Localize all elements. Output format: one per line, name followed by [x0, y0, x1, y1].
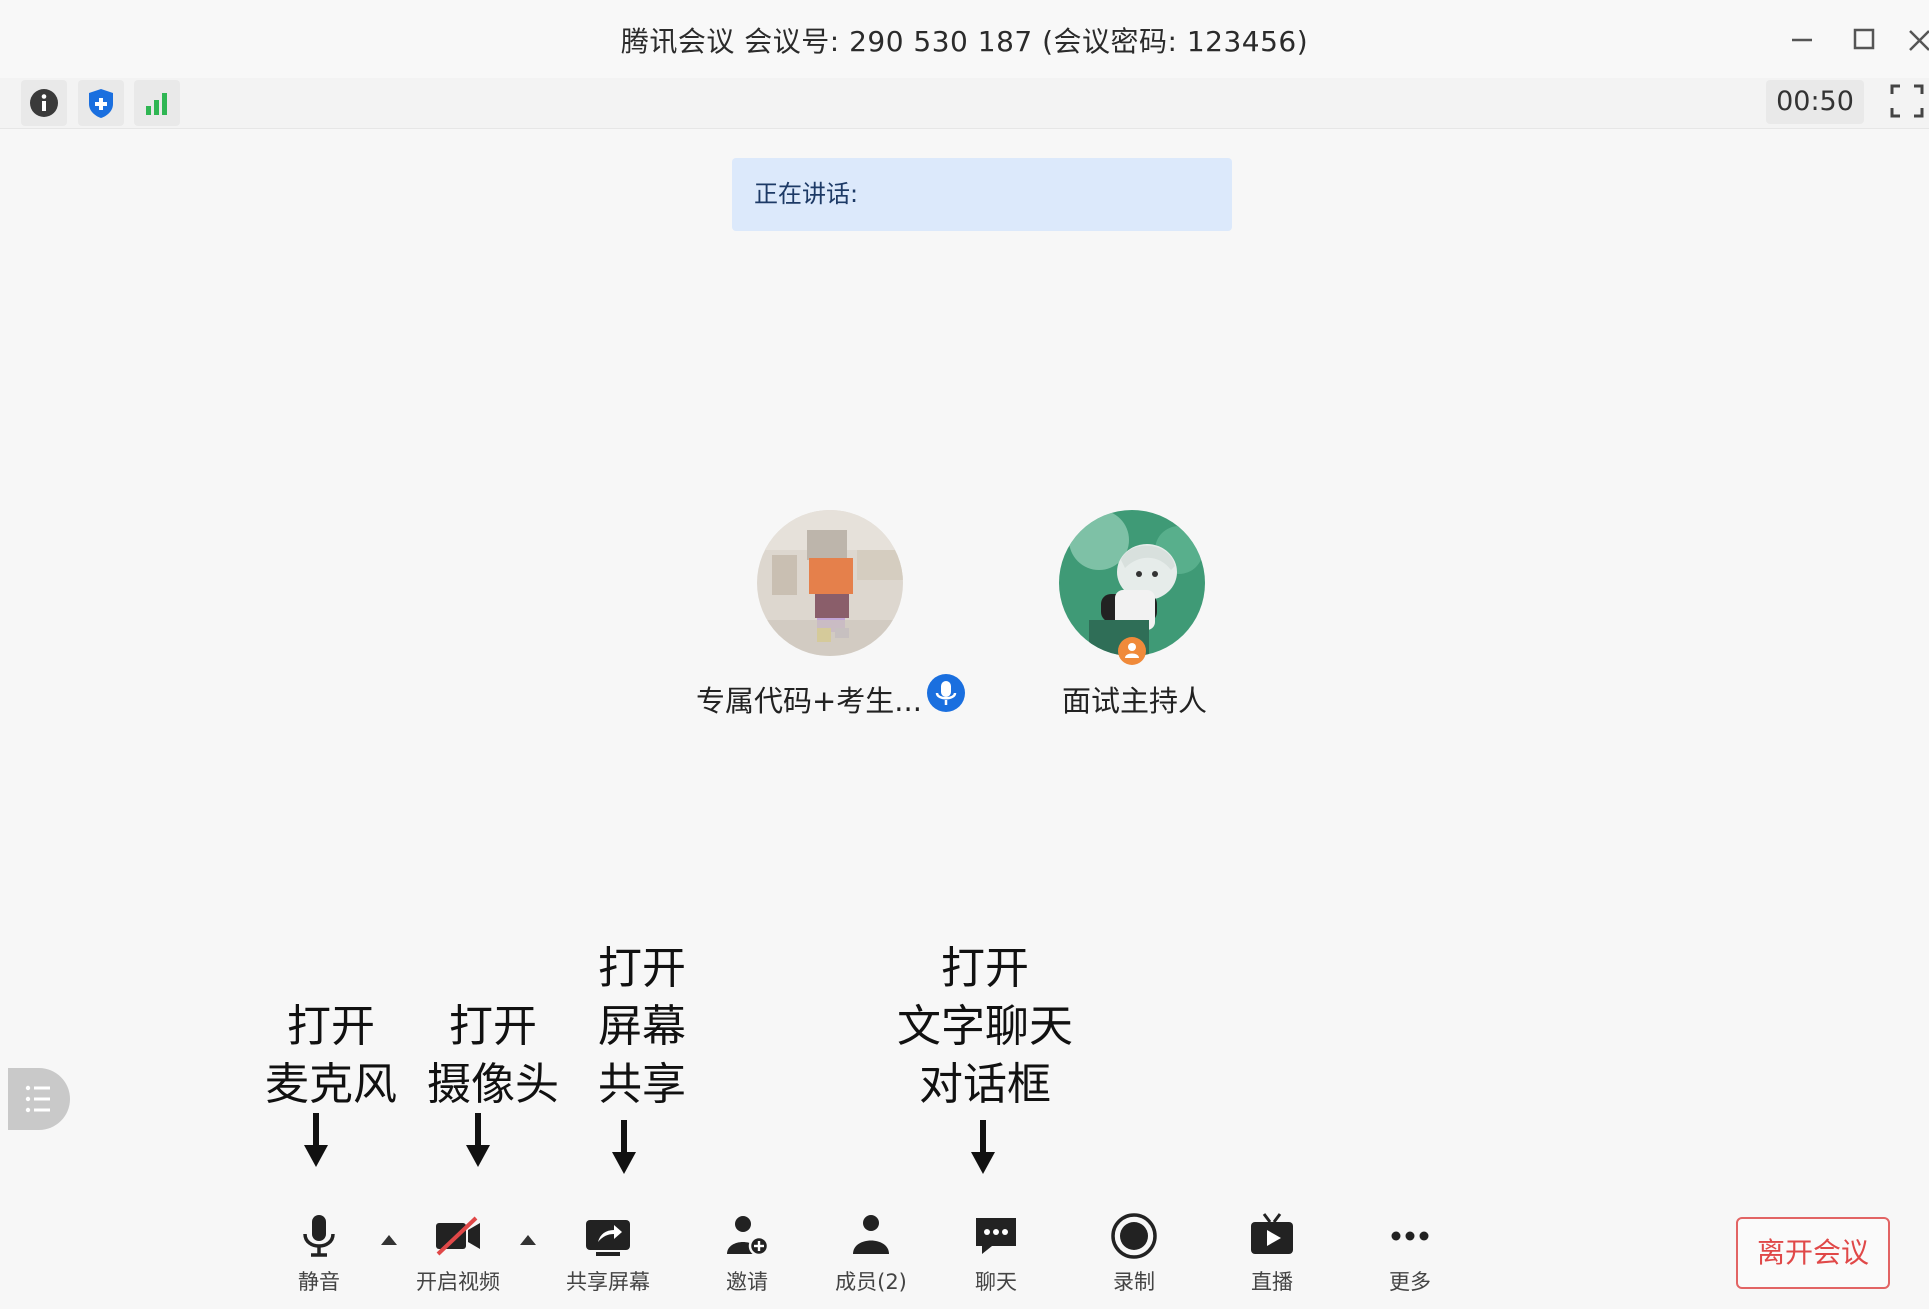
microphone-icon	[926, 673, 966, 713]
info-icon[interactable]	[21, 80, 67, 126]
close-button[interactable]	[1900, 18, 1929, 60]
meeting-toolbar	[0, 78, 1929, 129]
live-button[interactable]: 直播	[1212, 1210, 1332, 1300]
window-title: 腾讯会议 会议号: 290 530 187 (会议密码: 123456)	[620, 25, 1309, 58]
leave-meeting-button[interactable]: 离开会议	[1736, 1217, 1890, 1289]
chat-button[interactable]: 聊天	[936, 1210, 1056, 1300]
live-icon	[1212, 1210, 1332, 1262]
mute-button[interactable]: 静音	[259, 1210, 379, 1300]
record-label: 录制	[1113, 1270, 1155, 1294]
participant-avatar[interactable]	[757, 510, 903, 656]
shield-icon[interactable]	[78, 80, 124, 126]
invite-button[interactable]: 邀请	[687, 1210, 807, 1300]
start-video-label: 开启视频	[416, 1270, 500, 1294]
share-screen-icon	[548, 1210, 668, 1262]
invite-label: 邀请	[726, 1270, 768, 1294]
down-arrow-icon	[611, 1120, 637, 1174]
chat-icon	[936, 1210, 1056, 1262]
chat-label: 聊天	[975, 1270, 1017, 1294]
speaking-banner: 正在讲话:	[732, 158, 1232, 231]
host-badge-icon	[1117, 636, 1147, 666]
down-arrow-icon	[970, 1120, 996, 1174]
microphone-icon	[259, 1210, 379, 1262]
meeting-timer: 00:50	[1766, 80, 1864, 124]
maximize-button[interactable]	[1843, 18, 1885, 60]
camera-off-icon	[398, 1210, 518, 1262]
host-name: 面试主持人	[1062, 684, 1208, 718]
mute-label: 静音	[298, 1270, 340, 1294]
members-icon	[811, 1210, 931, 1262]
share-screen-button[interactable]: 共享屏幕	[548, 1210, 668, 1300]
invite-icon	[687, 1210, 807, 1262]
audio-options-caret-icon[interactable]	[379, 1232, 399, 1248]
record-icon	[1074, 1210, 1194, 1262]
more-icon	[1350, 1210, 1470, 1262]
down-arrow-icon	[465, 1113, 491, 1167]
fullscreen-icon[interactable]	[1888, 82, 1926, 120]
annotation-microphone: 打开 麦克风	[265, 1001, 397, 1110]
participant-name: 专属代码+考生...	[696, 684, 922, 718]
side-panel-toggle[interactable]	[8, 1068, 70, 1130]
video-options-caret-icon[interactable]	[518, 1232, 538, 1248]
more-button[interactable]: 更多	[1350, 1210, 1470, 1300]
share-screen-label: 共享屏幕	[566, 1270, 650, 1294]
annotation-share-screen: 打开 屏幕 共享	[598, 943, 686, 1110]
start-video-button[interactable]: 开启视频	[398, 1210, 518, 1300]
annotation-camera: 打开 摄像头	[427, 1001, 559, 1110]
more-label: 更多	[1389, 1270, 1431, 1294]
minimize-button[interactable]	[1781, 18, 1823, 60]
signal-icon[interactable]	[134, 80, 180, 126]
down-arrow-icon	[303, 1113, 329, 1167]
annotation-chat: 打开 文字聊天 对话框	[897, 943, 1073, 1110]
members-button[interactable]: 成员(2)	[811, 1210, 931, 1300]
record-button[interactable]: 录制	[1074, 1210, 1194, 1300]
title-bar: 腾讯会议 会议号: 290 530 187 (会议密码: 123456)	[0, 0, 1929, 79]
members-label: 成员(2)	[835, 1270, 907, 1294]
live-label: 直播	[1251, 1270, 1293, 1294]
host-avatar[interactable]	[1059, 510, 1205, 656]
